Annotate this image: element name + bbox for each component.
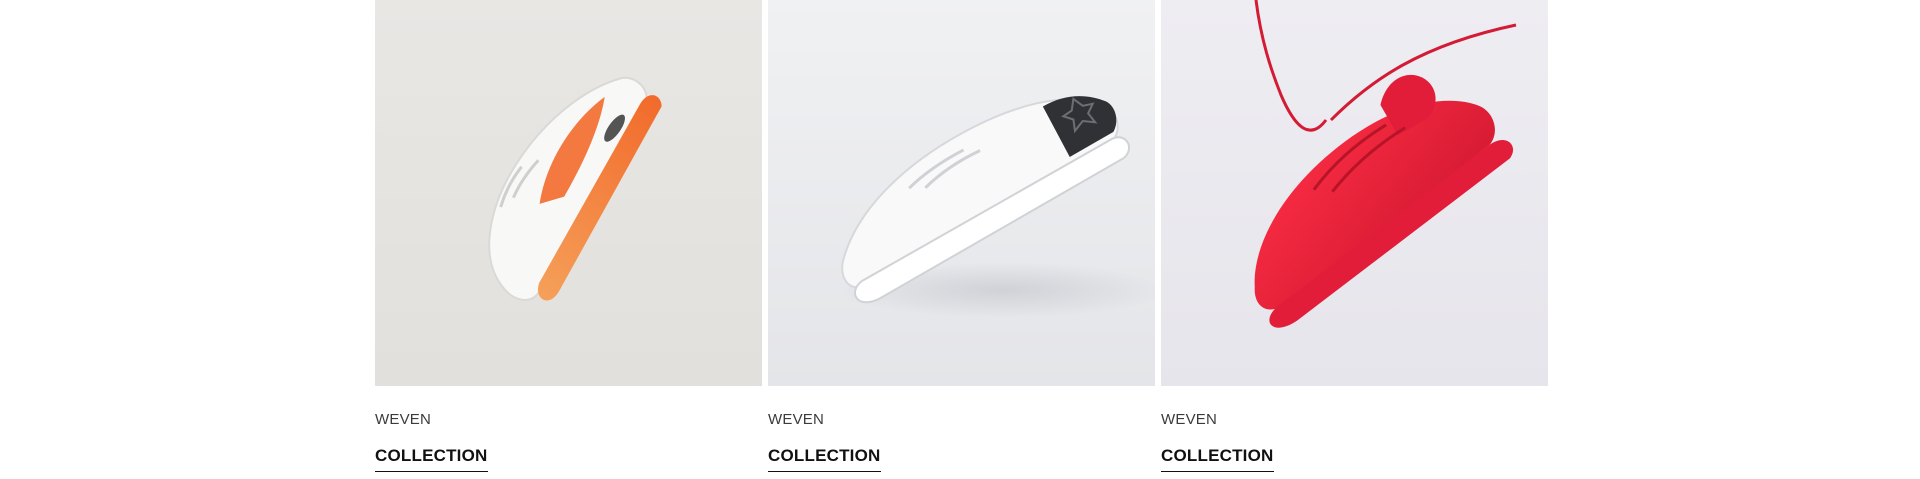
collection-link[interactable]: COLLECTION — [375, 446, 488, 472]
sneaker-white-black-image — [768, 0, 1155, 386]
product-card[interactable]: WEVEN COLLECTION — [375, 0, 762, 479]
product-image[interactable] — [375, 0, 762, 386]
product-card[interactable]: WEVEN COLLECTION — [768, 0, 1155, 479]
product-card[interactable]: WEVEN COLLECTION — [1161, 0, 1548, 479]
collection-link[interactable]: COLLECTION — [768, 446, 881, 472]
collection-link[interactable]: COLLECTION — [1161, 446, 1274, 472]
sneaker-orange-white-image — [375, 0, 762, 386]
product-brand: WEVEN — [1161, 411, 1218, 428]
product-brand: WEVEN — [768, 411, 825, 428]
product-image[interactable] — [1161, 0, 1548, 386]
sneaker-red-hanging-image — [1161, 0, 1548, 386]
product-image[interactable] — [768, 0, 1155, 386]
product-grid: WEVEN COLLECTION WEVEN COLLECTION WEVEN … — [375, 0, 1548, 479]
product-brand: WEVEN — [375, 411, 432, 428]
